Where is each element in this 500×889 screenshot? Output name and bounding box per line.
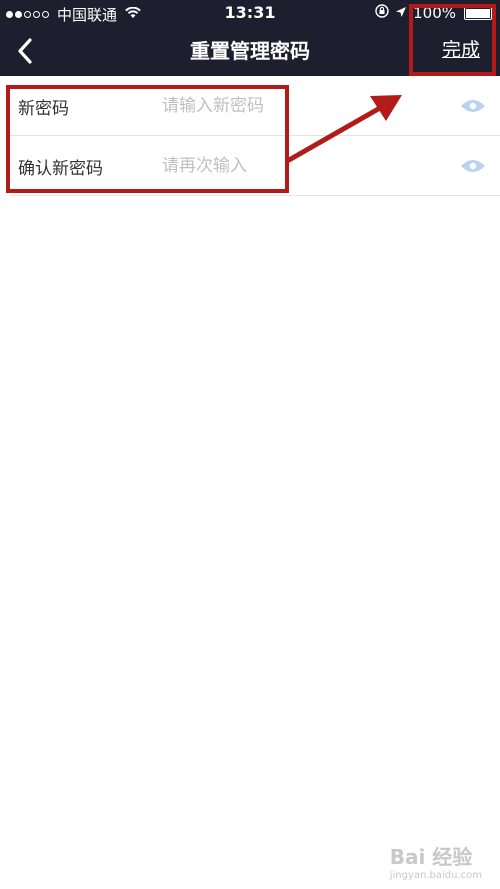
status-bar: 中国联通 13:31 100%	[0, 0, 500, 26]
done-button[interactable]: 完成	[442, 35, 480, 62]
new-password-input[interactable]	[162, 86, 412, 126]
confirm-password-row: 确认新密码	[0, 136, 500, 196]
page: 中国联通 13:31 100% 重置管理密码 完成 新密码 确认新密码 Bai …	[0, 0, 500, 889]
page-title: 重置管理密码	[190, 39, 310, 63]
status-right: 100%	[375, 4, 495, 22]
battery-icon	[464, 6, 495, 20]
baidu-watermark: Bai 经验 jingyan.baidu.com	[390, 841, 482, 881]
eye-icon[interactable]	[460, 97, 486, 115]
eye-icon[interactable]	[460, 157, 486, 175]
nav-bar: 重置管理密码 完成	[0, 26, 500, 76]
rotation-lock-icon	[375, 4, 389, 22]
header: 中国联通 13:31 100% 重置管理密码 完成	[0, 0, 500, 76]
battery-percent: 100%	[413, 4, 456, 22]
row-divider	[10, 195, 500, 196]
new-password-row: 新密码	[0, 76, 500, 136]
watermark-url: jingyan.baidu.com	[389, 870, 482, 881]
location-arrow-icon	[395, 4, 407, 22]
watermark-brand: Bai 经验	[389, 845, 473, 869]
new-password-label: 新密码	[18, 98, 69, 119]
password-form: 新密码 确认新密码	[0, 76, 500, 196]
confirm-password-label: 确认新密码	[18, 158, 103, 179]
confirm-password-input[interactable]	[162, 146, 412, 186]
